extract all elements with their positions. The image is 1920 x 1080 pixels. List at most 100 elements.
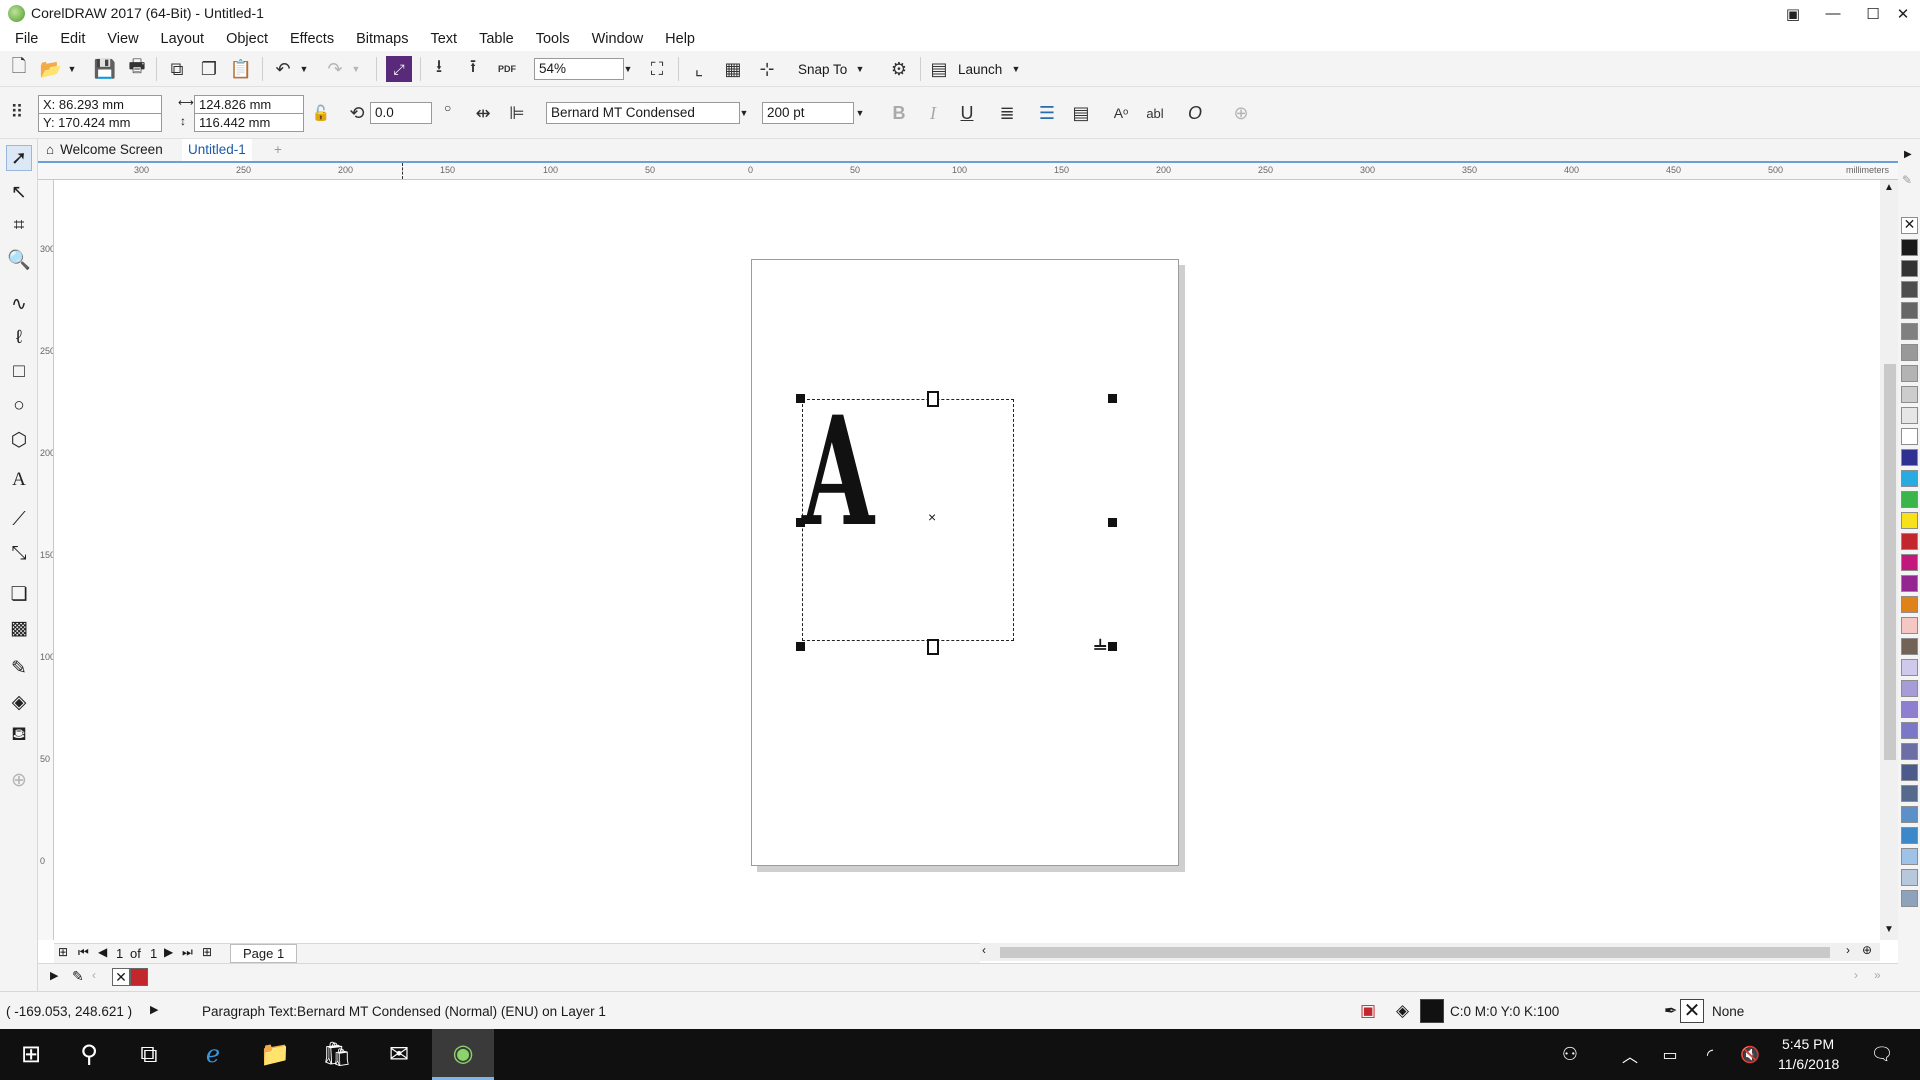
doc-red-swatch[interactable] bbox=[130, 968, 148, 986]
palette-swatch[interactable] bbox=[1901, 491, 1918, 508]
first-page-icon[interactable]: ⏮ bbox=[78, 945, 89, 960]
pick-tool-icon[interactable]: ➚ bbox=[6, 145, 32, 171]
text-flow-handle-icon[interactable]: ⫨ bbox=[1094, 630, 1106, 656]
open-dropdown-icon[interactable]: ▼ bbox=[64, 58, 80, 80]
redo-icon[interactable]: ↷ bbox=[322, 56, 348, 82]
mirror-horizontal-icon[interactable]: ⇹ bbox=[470, 100, 496, 126]
palette-swatch[interactable] bbox=[1901, 596, 1918, 613]
rectangle-tool-icon[interactable]: □ bbox=[6, 359, 32, 385]
palette-swatch[interactable] bbox=[1901, 239, 1918, 256]
undo-icon[interactable]: ↶ bbox=[270, 56, 296, 82]
last-page-icon[interactable]: ⏭ bbox=[182, 945, 193, 960]
frame-bottom-tab-handle[interactable] bbox=[927, 639, 939, 655]
clock-date[interactable]: 11/6/2018 bbox=[1778, 1056, 1839, 1072]
selection-handle-top-left[interactable] bbox=[796, 394, 805, 403]
palette-swatch[interactable] bbox=[1901, 554, 1918, 571]
bold-button[interactable]: B bbox=[886, 100, 912, 126]
selection-handle-middle-left[interactable] bbox=[796, 518, 805, 527]
palette-swatch[interactable] bbox=[1901, 680, 1918, 697]
fill-color-swatch[interactable] bbox=[1420, 999, 1444, 1023]
people-icon[interactable]: ⚇ bbox=[1550, 1029, 1590, 1080]
reference-point-icon[interactable]: ⠿ bbox=[4, 99, 30, 125]
bullet-list-icon[interactable]: ☰ bbox=[1034, 100, 1060, 126]
zoom-navigator-icon[interactable]: ⊕ bbox=[1862, 943, 1872, 957]
italic-button[interactable]: I bbox=[920, 100, 946, 126]
snap-to-dropdown-icon[interactable]: ▼ bbox=[852, 58, 868, 80]
palette-swatch[interactable] bbox=[1901, 806, 1918, 823]
coreldraw-taskbar-icon[interactable]: ◉ bbox=[432, 1029, 494, 1080]
undo-dropdown-icon[interactable]: ▼ bbox=[296, 58, 312, 80]
tab-welcome-screen[interactable]: ⌂ Welcome Screen bbox=[40, 139, 169, 161]
ellipse-tool-icon[interactable]: ○ bbox=[6, 393, 32, 419]
launch-label[interactable]: Launch bbox=[958, 62, 1002, 77]
eyedropper-tool-icon[interactable]: ✎ bbox=[6, 655, 32, 681]
drop-cap-icon[interactable]: ▤ bbox=[1068, 100, 1094, 126]
status-expand-icon[interactable]: ▶ bbox=[150, 1003, 158, 1016]
selection-handle-top-right[interactable] bbox=[1108, 394, 1117, 403]
scroll-up-icon[interactable]: ▲ bbox=[1880, 182, 1898, 196]
save-icon[interactable]: 💾 bbox=[92, 56, 118, 82]
tab-untitled-1[interactable]: Untitled-1 bbox=[182, 139, 252, 161]
doc-palette-arrow-icon[interactable]: ▶ bbox=[50, 969, 58, 982]
next-page-icon[interactable]: ▶ bbox=[164, 945, 173, 959]
connector-tool-icon[interactable]: ⤡ bbox=[6, 541, 32, 567]
x-position-field[interactable]: X: 86.293 mm bbox=[38, 95, 162, 114]
snap-to-label[interactable]: Snap To bbox=[798, 62, 847, 77]
text-alignment-icon[interactable]: ≣ bbox=[994, 100, 1020, 126]
palette-swatch[interactable] bbox=[1901, 365, 1918, 382]
options-gear-icon[interactable]: ⚙ bbox=[886, 56, 912, 82]
doc-palette-right-icon[interactable]: › bbox=[1854, 968, 1858, 982]
palette-swatch[interactable] bbox=[1901, 323, 1918, 340]
mail-icon[interactable]: ✉ bbox=[368, 1029, 430, 1080]
file-explorer-icon[interactable]: 📁 bbox=[244, 1029, 306, 1080]
palette-swatch[interactable] bbox=[1901, 848, 1918, 865]
rotation-angle-field[interactable]: 0.0 bbox=[370, 102, 432, 124]
opentype-icon[interactable]: O bbox=[1182, 100, 1208, 126]
selection-handle-middle-right[interactable] bbox=[1108, 518, 1117, 527]
vertical-scrollbar[interactable]: ▲ ▼ bbox=[1880, 180, 1898, 940]
menu-tools[interactable]: Tools bbox=[525, 31, 581, 47]
store-icon[interactable]: 🛍 bbox=[306, 1029, 368, 1080]
palette-swatch[interactable] bbox=[1901, 302, 1918, 319]
palette-swatch[interactable] bbox=[1901, 743, 1918, 760]
drop-shadow-tool-icon[interactable]: ❏ bbox=[6, 581, 32, 607]
new-tab-icon[interactable]: + bbox=[268, 139, 288, 161]
show-guidelines-icon[interactable]: ⊹ bbox=[754, 56, 780, 82]
text-properties-icon[interactable]: Aᵒ bbox=[1108, 100, 1134, 126]
battery-icon[interactable]: ▭ bbox=[1650, 1029, 1690, 1080]
show-rulers-icon[interactable]: ⌞ bbox=[686, 56, 712, 82]
volume-muted-icon[interactable]: 🔇 bbox=[1730, 1029, 1770, 1080]
start-button-windows-icon[interactable]: ⊞ bbox=[0, 1029, 62, 1080]
add-tool-icon[interactable]: ⊕ bbox=[6, 767, 32, 793]
palette-swatch[interactable] bbox=[1901, 386, 1918, 403]
palette-swatch[interactable] bbox=[1901, 701, 1918, 718]
palette-eyedropper-icon[interactable]: ✎ bbox=[1902, 173, 1912, 187]
add-page-before-icon[interactable]: ⊞ bbox=[58, 945, 68, 959]
y-position-field[interactable]: Y: 170.424 mm bbox=[38, 113, 162, 132]
lock-ratio-icon[interactable]: 🔓 bbox=[308, 100, 334, 126]
action-center-icon[interactable]: 🗨 bbox=[1858, 1029, 1906, 1080]
export-icon[interactable]: ⭱ bbox=[460, 56, 486, 82]
publish-pdf-icon[interactable]: PDF bbox=[494, 56, 520, 82]
paste-icon[interactable]: 📋 bbox=[228, 56, 254, 82]
edge-browser-icon[interactable]: ℯ bbox=[182, 1029, 244, 1080]
palette-swatch[interactable] bbox=[1901, 785, 1918, 802]
vertical-scroll-thumb[interactable] bbox=[1884, 364, 1896, 760]
menu-object[interactable]: Object bbox=[215, 31, 279, 47]
palette-swatch[interactable] bbox=[1901, 407, 1918, 424]
launch-dropdown-icon[interactable]: ▼ bbox=[1008, 58, 1024, 80]
menu-table[interactable]: Table bbox=[468, 31, 525, 47]
underline-button[interactable]: U bbox=[954, 100, 980, 126]
show-hidden-icons-icon[interactable]: ︿ bbox=[1610, 1029, 1650, 1080]
palette-scroll-up-icon[interactable]: ▶ bbox=[1904, 149, 1912, 160]
outline-color-swatch[interactable]: ✕ bbox=[1680, 999, 1704, 1023]
doc-palette-eyedropper-icon[interactable]: ✎ bbox=[72, 968, 84, 985]
scroll-right-icon[interactable]: › bbox=[1846, 943, 1850, 957]
doc-no-color-swatch[interactable]: ✕ bbox=[112, 968, 130, 986]
menu-bitmaps[interactable]: Bitmaps bbox=[345, 31, 419, 47]
palette-swatch[interactable] bbox=[1901, 764, 1918, 781]
color-proofing-icon[interactable]: ▣ bbox=[1360, 1001, 1376, 1021]
copy-icon[interactable]: ❐ bbox=[196, 56, 222, 82]
open-icon[interactable]: 📂 bbox=[38, 56, 64, 82]
zoom-dropdown-icon[interactable]: ▼ bbox=[620, 58, 636, 80]
